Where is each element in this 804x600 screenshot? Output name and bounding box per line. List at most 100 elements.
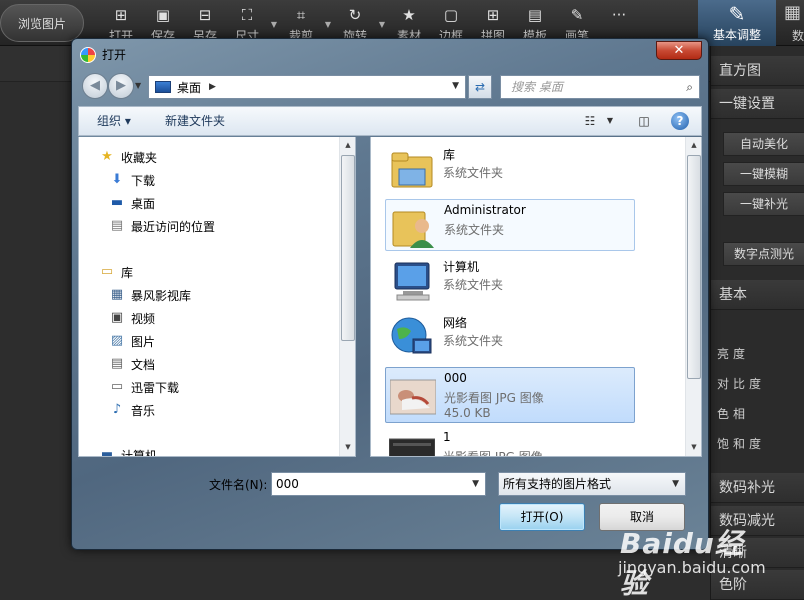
nav-label: 音乐 [131,403,156,418]
navigation-pane: ★ 收藏夹 ⬇ 下载 ▬ 桌面 ▤ 最近访问的位置 ▭ 库 ▦ 暴风影视库 ▣ 视频 ▨ 图片 … [78,137,356,457]
nav-pictures[interactable]: ▨ 图片 [109,331,155,351]
nav-favorites[interactable]: ★ 收藏夹 [99,147,157,167]
breadcrumb-arrow-icon[interactable]: ▶ [209,82,216,92]
search-icon[interactable]: ⌕ [686,76,693,98]
file-name: 000 [444,371,467,385]
scroll-down-arrow-icon[interactable]: ▼ [340,443,355,451]
view-options-icon[interactable]: ☷ [581,113,599,129]
library-folder-icon [391,152,433,188]
file-list-scrollbar[interactable]: ▲ ▼ [685,137,701,456]
nav-label: 桌面 [131,196,156,211]
file-type: 光影看图 JPG 图像 [443,450,543,457]
refresh-button[interactable]: ⇄ [468,75,492,99]
navigation-scrollbar[interactable]: ▲ ▼ [339,137,355,456]
scroll-up-arrow-icon[interactable]: ▲ [686,141,701,149]
one-click-fill-button[interactable]: 一键补光 [723,192,804,216]
open-button[interactable]: 打开(O) [499,503,585,531]
forward-button[interactable]: ▶ [108,73,134,99]
new-folder-button[interactable]: 新建文件夹 [165,107,225,135]
view-dropdown-icon[interactable]: ▼ [601,113,619,129]
nav-videos[interactable]: ▣ 视频 [109,308,155,328]
tab-next[interactable]: ▦ 数 [778,0,804,46]
dialog-titlebar: 打开 [80,46,126,63]
scrollbar-thumb[interactable] [341,155,355,341]
file-type: 系统文件夹 [443,334,504,348]
folder-icon: ▭ [110,379,124,394]
preview-pane-icon[interactable]: ◫ [635,113,653,129]
histogram-header[interactable]: 直方图 [711,56,804,86]
nav-label: 最近访问的位置 [131,219,216,234]
recent-places-icon: ▤ [110,218,124,233]
address-bar[interactable]: 桌面 ▶ ▼ [148,75,466,99]
crop-icon: ⌗ [296,6,306,24]
organize-button[interactable]: 组织 ▾ [97,107,131,135]
download-folder-icon: ⬇ [111,172,123,187]
scroll-down-arrow-icon[interactable]: ▼ [686,443,701,451]
browse-images-button[interactable]: 浏览图片 [0,4,84,42]
grid-icon: ⊞ [486,6,500,24]
file-type: 系统文件夹 [443,166,504,180]
file-item[interactable]: 库 系统文件夹 [385,143,635,195]
nav-downloads[interactable]: ⬇ 下载 [109,170,155,190]
nav-label: 计算机 [121,448,158,457]
digital-fill-header[interactable]: 数码补光 [711,473,804,503]
filename-dropdown-icon[interactable]: ▼ [472,473,479,495]
baidu-watermark: Baidu经验 jingyan.baidu.com [614,522,766,600]
computer-icon: ▬ [100,447,114,457]
nav-label: 收藏夹 [121,150,158,165]
filetype-value: 所有支持的图片格式 [503,477,612,491]
dialog-title: 打开 [102,48,127,62]
tab-label: 基本调整 [712,28,761,42]
edit-icon: ✎ [728,2,746,26]
search-input[interactable]: 搜索 桌面 ⌕ [500,75,700,99]
file-item[interactable]: 网络 系统文件夹 [385,311,635,363]
filename-label: 文件名(N): [209,478,268,492]
file-item[interactable]: 计算机 系统文件夹 [385,255,635,307]
filetype-dropdown-icon[interactable]: ▼ [672,473,679,495]
scroll-up-arrow-icon[interactable]: ▲ [340,141,355,149]
image-thumbnail-icon [390,379,436,415]
file-item[interactable]: 1 光影看图 JPG 图像 [385,427,635,457]
nav-libraries[interactable]: ▭ 库 [99,262,133,282]
music-icon: ♪ [112,402,122,417]
open-icon: ⊞ [114,6,128,24]
address-dropdown-icon[interactable]: ▼ [452,81,459,91]
nav-desktop[interactable]: ▬ 桌面 [109,193,155,213]
frame-icon: ▢ [443,6,459,24]
file-name: 计算机 [443,260,480,274]
nav-documents[interactable]: ▤ 文档 [109,354,155,374]
recent-pages-dropdown[interactable]: ▼ [135,81,141,90]
nav-label: 图片 [131,334,156,349]
auto-beautify-button[interactable]: 自动美化 [723,132,804,156]
tab-basic-adjust[interactable]: ✎ 基本调整 [698,0,776,46]
nav-thunder-download[interactable]: ▭ 迅雷下载 [109,377,179,397]
scrollbar-thumb[interactable] [687,155,701,379]
brush-icon: ✎ [570,6,584,24]
nav-label: 库 [121,265,134,280]
filename-input[interactable]: 000 ▼ [271,472,486,496]
nav-music[interactable]: ♪ 音乐 [109,400,155,420]
file-item[interactable]: Administrator 系统文件夹 [385,199,635,251]
video-library-icon: ▦ [110,287,124,302]
open-dialog: 打开 ✕ ◀ ▶ ▼ 桌面 ▶ ▼ ⇄ 搜索 桌面 ⌕ 组织 ▾ 新建文件夹 ☷… [71,38,709,550]
more-icon: ··· [611,6,627,24]
star-icon: ★ [101,149,113,164]
desktop-icon: ▬ [110,195,124,210]
one-click-blur-button[interactable]: 一键模糊 [723,162,804,186]
basic-header[interactable]: 基本 [711,280,804,310]
back-button[interactable]: ◀ [82,73,108,99]
file-name: 网络 [443,316,468,330]
nav-computer[interactable]: ▬ 计算机 [99,445,158,457]
filetype-select[interactable]: 所有支持的图片格式 ▼ [498,472,686,496]
computer-icon [394,262,430,301]
nav-recent[interactable]: ▤ 最近访问的位置 [109,216,215,236]
template-icon: ▤ [527,6,543,24]
spot-metering-button[interactable]: 数字点测光 [723,242,804,266]
close-button[interactable]: ✕ [656,41,702,60]
nav-storm-video[interactable]: ▦ 暴风影视库 [109,285,191,305]
resize-icon: ⛶ [241,6,253,24]
file-item-selected[interactable]: 000 光影看图 JPG 图像 45.0 KB [385,367,635,423]
search-placeholder: 搜索 桌面 [511,80,563,94]
help-icon[interactable]: ? [671,112,689,130]
one-click-header[interactable]: 一键设置 [711,89,804,119]
